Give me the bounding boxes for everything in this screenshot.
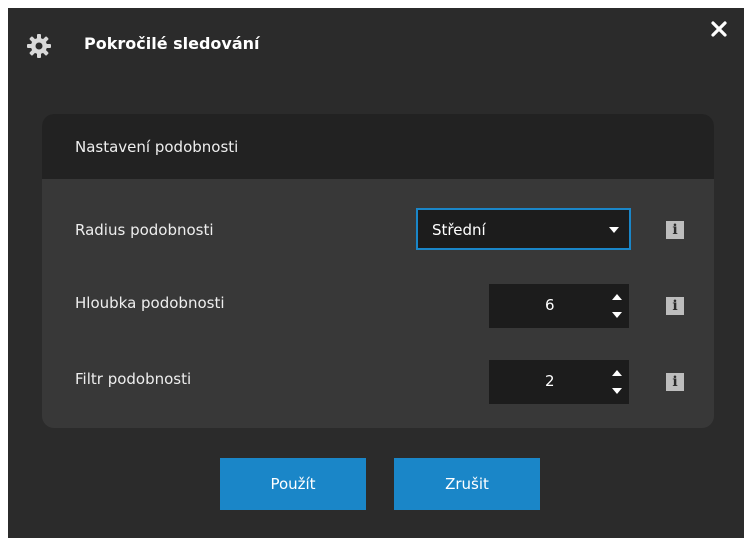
filter-increment-icon[interactable] [611,367,623,379]
depth-label: Hloubka podobnosti [75,294,225,312]
depth-increment-icon[interactable] [611,291,623,303]
dialog-title: Pokročilé sledování [84,34,260,53]
close-icon[interactable] [708,18,730,40]
similarity-settings-panel: Nastavení podobnosti Radius podobnosti S… [42,114,714,428]
chevron-down-icon [609,227,619,233]
filter-info-icon[interactable]: i [666,373,684,391]
gear-icon [26,33,52,59]
depth-spinner[interactable]: 6 [489,284,629,328]
filter-value: 2 [545,372,555,390]
title-bar: Pokročilé sledování [8,8,744,76]
radius-label: Radius podobnosti [75,221,214,239]
cancel-button[interactable]: Zrušit [394,458,540,510]
panel-header: Nastavení podobnosti [42,114,714,179]
radius-select[interactable]: Střední [416,208,631,250]
radius-select-value: Střední [432,221,486,239]
depth-info-icon[interactable]: i [666,297,684,315]
panel-title: Nastavení podobnosti [75,138,239,156]
filter-decrement-icon[interactable] [611,385,623,397]
radius-info-icon[interactable]: i [666,221,684,239]
filter-label: Filtr podobnosti [75,370,192,388]
advanced-tracking-dialog: Pokročilé sledování Nastavení podobnosti… [8,8,744,538]
apply-button[interactable]: Použít [220,458,366,510]
filter-spinner[interactable]: 2 [489,360,629,404]
depth-decrement-icon[interactable] [611,309,623,321]
depth-value: 6 [545,296,555,314]
